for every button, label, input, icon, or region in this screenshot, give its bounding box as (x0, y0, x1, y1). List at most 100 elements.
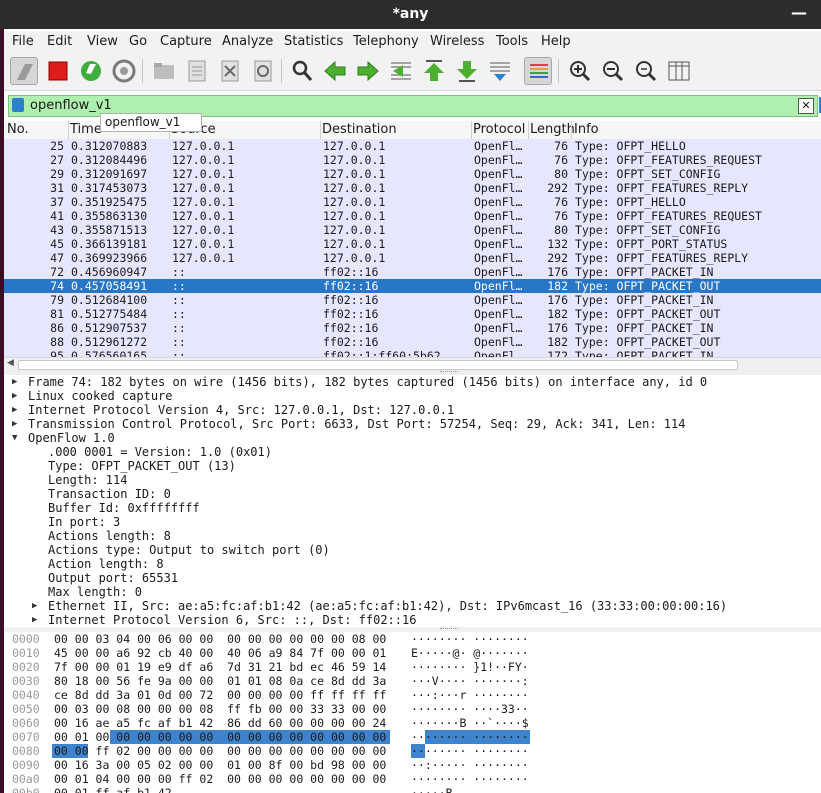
last-packet-icon[interactable] (453, 57, 481, 85)
restart-capture-icon[interactable] (77, 57, 105, 85)
menu-wireless[interactable]: Wireless (430, 34, 484, 49)
collapse-arrow-icon[interactable]: ▼ (12, 431, 17, 445)
autocomplete-suggestion[interactable]: openflow_v1 (105, 115, 180, 129)
menu-telephony[interactable]: Telephony (353, 34, 419, 49)
detail-row[interactable]: ▶ Linux cooked capture (4, 389, 821, 403)
hex-row[interactable]: 0040 ce 8d dd 3a 01 0d 00 72 00 00 00 00 … (4, 688, 821, 702)
packet-row[interactable]: 29 0.312091697 127.0.0.1 127.0.0.1 OpenFl… 80… (4, 167, 821, 181)
start-capture-icon[interactable] (10, 57, 38, 85)
expand-arrow-icon[interactable]: ▶ (32, 599, 37, 613)
expand-arrow-icon[interactable]: ▶ (12, 417, 17, 431)
detail-row[interactable]: Actions type: Output to switch port (0) (4, 543, 821, 557)
menu-edit[interactable]: Edit (47, 34, 72, 49)
detail-row[interactable]: .000 0001 = Version: 1.0 (0x01) (4, 445, 821, 459)
hex-row[interactable]: 0080 00 00 ff 02 00 00 00 00 00 00 00 00 … (4, 744, 821, 758)
column-protocol[interactable]: Protocol (473, 122, 525, 137)
packet-row[interactable]: 88 0.512961272:: ff02::16 OpenFl… 182 Type: O… (4, 335, 821, 349)
menu-go[interactable]: Go (129, 34, 147, 49)
first-packet-icon[interactable] (420, 57, 448, 85)
bookmark-icon[interactable] (12, 98, 24, 112)
expand-arrow-icon[interactable]: ▶ (12, 375, 17, 389)
detail-row[interactable]: ▶ Transmission Control Protocol, Src Port… (4, 417, 821, 431)
save-file-icon[interactable] (183, 57, 211, 85)
packet-row[interactable]: 27 0.312084496 127.0.0.1 127.0.0.1 OpenFl… 76… (4, 153, 821, 167)
packet-row[interactable]: 81 0.512775484:: ff02::16 OpenFl… 182 Type: O… (4, 307, 821, 321)
hex-row[interactable]: 0000 00 00 03 04 00 06 00 00 00 00 00 00 … (4, 632, 821, 646)
column-info[interactable]: Info (574, 122, 599, 137)
clear-filter-button[interactable]: ✕ (798, 98, 814, 114)
display-filter-input[interactable]: openflow_v1 (30, 98, 112, 113)
detail-row[interactable]: Output port: 65531 (4, 571, 821, 585)
hex-row[interactable]: 0070 00 01 00 00 00 00 00 00 00 00 00 00 … (4, 730, 821, 744)
menu-capture[interactable]: Capture (160, 34, 212, 49)
packet-row[interactable]: 31 0.317453073 127.0.0.1 127.0.0.1 OpenFl… 29… (4, 181, 821, 195)
column-divider[interactable] (68, 121, 69, 139)
detail-row[interactable]: ▶ Frame 74: 182 bytes on wire (1456 bits)… (4, 375, 821, 389)
detail-row[interactable]: Length: 114 (4, 473, 821, 487)
expand-arrow-icon[interactable]: ▶ (32, 613, 37, 627)
packet-row[interactable]: 95 0.576560165:: ff02::1:ff60:5b62 OpenFl… 1… (4, 349, 821, 357)
column-divider[interactable] (471, 121, 472, 139)
detail-row[interactable]: ▶ Ethernet II, Src: ae:a5:fc:af:b1:42 (ae… (4, 599, 821, 613)
hex-row[interactable]: 00a0 00 01 04 00 00 00 ff 02 00 00 00 00 … (4, 772, 821, 786)
close-file-icon[interactable] (216, 57, 244, 85)
detail-row[interactable]: Action length: 8 (4, 557, 821, 571)
packet-details-tree[interactable]: ▶ Frame 74: 182 bytes on wire (1456 bits)… (4, 375, 821, 627)
colorize-icon[interactable] (524, 57, 552, 85)
packet-row[interactable]: 45 0.366139181 127.0.0.1 127.0.0.1 OpenFl… 13… (4, 237, 821, 251)
packet-row[interactable]: 47 0.369923966 127.0.0.1 127.0.0.1 OpenFl… 29… (4, 251, 821, 265)
resize-columns-icon[interactable] (665, 57, 693, 85)
menu-statistics[interactable]: Statistics (284, 34, 343, 49)
column-divider[interactable] (320, 121, 321, 139)
hex-row[interactable]: 0090 00 16 3a 00 05 02 00 00 01 00 8f 00 … (4, 758, 821, 772)
zoom-out-icon[interactable] (599, 57, 627, 85)
packet-row[interactable]: 79 0.512684100:: ff02::16 OpenFl… 176 Type: O… (4, 293, 821, 307)
hex-row[interactable]: 0050 00 03 00 08 00 00 00 08 ff fb 00 00 … (4, 702, 821, 716)
hex-row[interactable]: 00b0 00 01 ff af b1 42 ·····B (4, 786, 821, 793)
menu-tools[interactable]: Tools (496, 34, 528, 49)
column-no[interactable]: No. (7, 122, 29, 137)
go-back-icon[interactable] (321, 57, 349, 85)
scroll-left-icon[interactable]: ◀ (7, 358, 14, 368)
autoscroll-icon[interactable] (486, 57, 514, 85)
hex-row[interactable]: 0030 80 18 00 56 fe 9a 00 00 01 01 08 0a … (4, 674, 821, 688)
menu-analyze[interactable]: Analyze (222, 34, 273, 49)
hex-row[interactable]: 0060 00 16 ae a5 fc af b1 42 86 dd 60 00 … (4, 716, 821, 730)
hex-row[interactable]: 0010 45 00 00 a6 92 cb 40 00 40 06 a9 84 … (4, 646, 821, 660)
column-length[interactable]: Length (530, 122, 575, 137)
packet-row[interactable]: 43 0.355871513 127.0.0.1 127.0.0.1 OpenFl… 80… (4, 223, 821, 237)
detail-row[interactable]: Actions length: 8 (4, 529, 821, 543)
packet-row[interactable]: 86 0.512907537:: ff02::16 OpenFl… 176 Type: O… (4, 321, 821, 335)
column-divider[interactable] (528, 121, 529, 139)
detail-row[interactable]: Max length: 0 (4, 585, 821, 599)
open-file-icon[interactable] (150, 57, 178, 85)
stop-capture-icon[interactable] (44, 57, 72, 85)
packet-row[interactable]: 37 0.351925475 127.0.0.1 127.0.0.1 OpenFl… 76… (4, 195, 821, 209)
zoom-in-icon[interactable] (566, 57, 594, 85)
capture-options-icon[interactable] (110, 57, 138, 85)
packet-row[interactable]: 74 0.457058491:: ff02::16 OpenFl… 182 Type: O… (4, 279, 821, 293)
menu-file[interactable]: File (12, 34, 34, 49)
column-divider[interactable] (571, 121, 572, 139)
detail-row[interactable]: Type: OFPT_PACKET_OUT (13) (4, 459, 821, 473)
detail-row[interactable]: ▶ Internet Protocol Version 4, Src: 127.0… (4, 403, 821, 417)
expand-arrow-icon[interactable]: ▶ (12, 389, 17, 403)
expand-arrow-icon[interactable]: ▶ (12, 403, 17, 417)
detail-row[interactable]: Transaction ID: 0 (4, 487, 821, 501)
reload-file-icon[interactable] (249, 57, 277, 85)
normal-size-icon[interactable] (632, 57, 660, 85)
packet-row[interactable]: 72 0.456960947:: ff02::16 OpenFl… 176 Type: O… (4, 265, 821, 279)
go-to-packet-icon[interactable] (387, 57, 415, 85)
detail-row[interactable]: Buffer Id: 0xffffffff (4, 501, 821, 515)
go-forward-icon[interactable] (354, 57, 382, 85)
scrollbar-thumb[interactable] (18, 360, 738, 370)
column-destination[interactable]: Destination (322, 122, 397, 137)
packet-list[interactable]: 25 0.312070883 127.0.0.1 127.0.0.1 OpenFl… 76… (4, 139, 821, 357)
hex-row[interactable]: 0020 7f 00 00 01 19 e9 df a6 7d 31 21 bd … (4, 660, 821, 674)
detail-row[interactable]: In port: 3 (4, 515, 821, 529)
packet-bytes-pane[interactable]: 0000 00 00 03 04 00 06 00 00 00 00 00 00 … (4, 632, 821, 793)
menu-help[interactable]: Help (541, 34, 571, 49)
packet-list-hscrollbar[interactable]: ◀ (4, 357, 821, 370)
packet-row[interactable]: 41 0.355863130 127.0.0.1 127.0.0.1 OpenFl… 76… (4, 209, 821, 223)
packet-row[interactable]: 25 0.312070883 127.0.0.1 127.0.0.1 OpenFl… 76… (4, 139, 821, 153)
